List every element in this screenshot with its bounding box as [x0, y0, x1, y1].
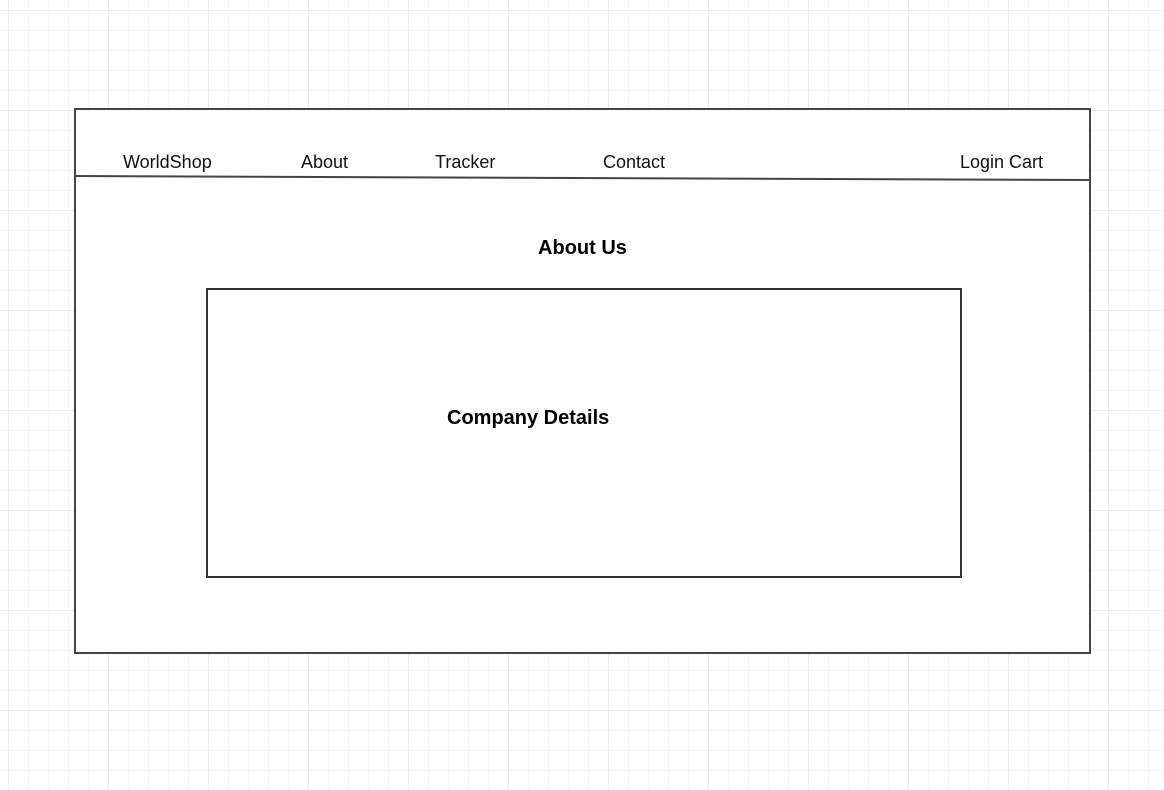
grid-canvas: WorldShop About Tracker Contact Login Ca…: [0, 0, 1164, 790]
navbar-divider: [75, 175, 1090, 181]
page-title: About Us: [538, 237, 627, 259]
page-wireframe: WorldShop About Tracker Contact Login Ca…: [74, 108, 1091, 654]
company-details-label: Company Details: [447, 407, 610, 429]
top-navbar: WorldShop About Tracker Contact Login Ca…: [75, 110, 1090, 181]
company-details-box: Company Details: [206, 288, 962, 578]
